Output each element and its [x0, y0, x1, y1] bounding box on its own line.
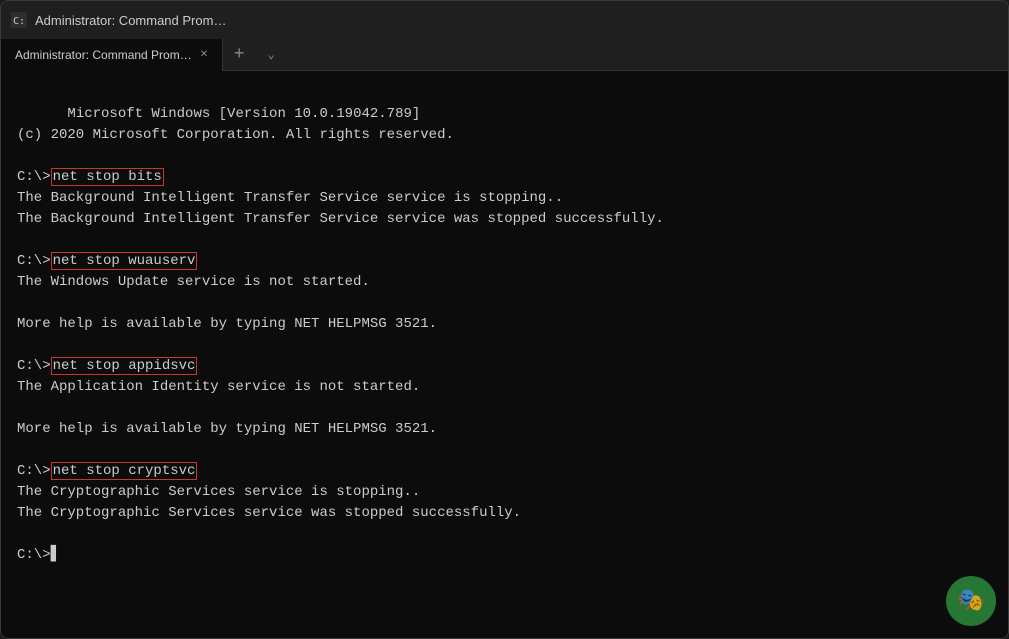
copyright-line: (c) 2020 Microsoft Corporation. All righ… — [17, 127, 454, 143]
output-2b: More help is available by typing NET HEL… — [17, 316, 437, 332]
svg-text:C:: C: — [13, 16, 25, 27]
output-4a: The Cryptographic Services service is st… — [17, 484, 420, 500]
output-2a: The Windows Update service is not starte… — [17, 274, 370, 290]
watermark: 🎭 — [946, 576, 996, 626]
window-title: Administrator: Command Prom… — [35, 13, 990, 28]
title-bar: C: Administrator: Command Prom… — [1, 1, 1008, 39]
terminal-body[interactable]: Microsoft Windows [Version 10.0.19042.78… — [1, 71, 1008, 638]
prompt-4: C:\> — [17, 463, 51, 479]
command-3: net stop appidsvc — [51, 357, 198, 375]
output-4b: The Cryptographic Services service was s… — [17, 505, 521, 521]
terminal-window: C: Administrator: Command Prom… Administ… — [0, 0, 1009, 639]
new-tab-button[interactable]: + — [223, 39, 255, 71]
command-1: net stop bits — [51, 168, 164, 186]
cursor-block: ▋ — [51, 547, 59, 563]
watermark-icon: 🎭 — [946, 576, 996, 626]
output-3a: The Application Identity service is not … — [17, 379, 420, 395]
prompt-1: C:\> — [17, 169, 51, 185]
active-tab[interactable]: Administrator: Command Prom… ✕ — [1, 39, 223, 71]
output-1b: The Background Intelligent Transfer Serv… — [17, 211, 664, 227]
command-2: net stop wuauserv — [51, 252, 198, 270]
output-3b: More help is available by typing NET HEL… — [17, 421, 437, 437]
terminal-app-icon: C: — [11, 12, 27, 28]
command-4: net stop cryptsvc — [51, 462, 198, 480]
tab-bar: Administrator: Command Prom… ✕ + ⌄ — [1, 39, 1008, 71]
tab-close-icon[interactable]: ✕ — [200, 49, 208, 60]
terminal-output: Microsoft Windows [Version 10.0.19042.78… — [17, 83, 992, 587]
output-1a: The Background Intelligent Transfer Serv… — [17, 190, 563, 206]
prompt-5: C:\> — [17, 547, 51, 563]
tab-dropdown-button[interactable]: ⌄ — [255, 39, 287, 71]
prompt-2: C:\> — [17, 253, 51, 269]
version-line: Microsoft Windows [Version 10.0.19042.78… — [67, 106, 420, 122]
prompt-3: C:\> — [17, 358, 51, 374]
tab-label: Administrator: Command Prom… — [15, 48, 192, 62]
